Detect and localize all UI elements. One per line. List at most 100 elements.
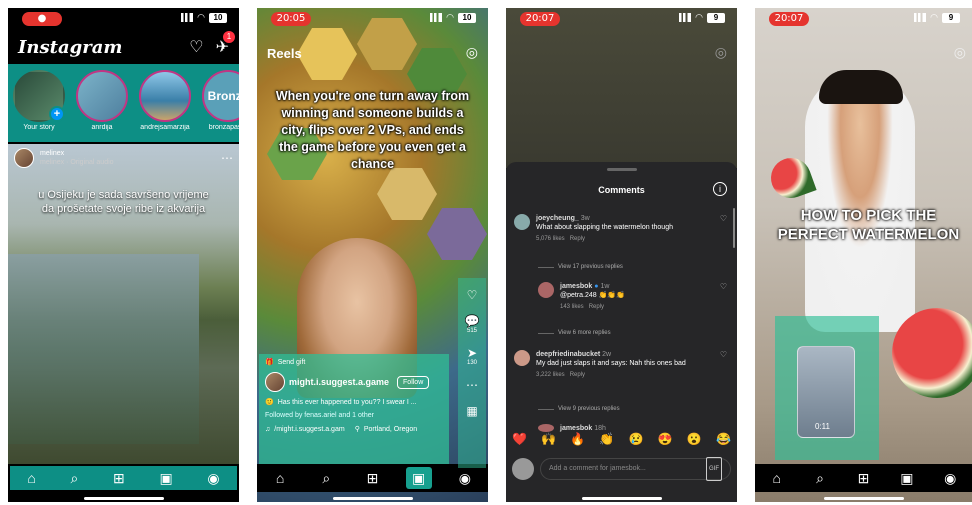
emoji-button[interactable]: ❤️	[512, 432, 527, 446]
reels-icon[interactable]: ▣	[405, 467, 432, 489]
send-gift-button[interactable]: 🎁 Send gift	[265, 358, 443, 367]
story-item[interactable]: anrdija	[75, 68, 129, 138]
avatar	[139, 70, 191, 122]
search-icon[interactable]: ⌕	[71, 470, 79, 487]
stories-tray: + Your story anrdija andrejsamarzija Bro…	[8, 64, 239, 142]
profile-icon[interactable]: ◉	[452, 467, 478, 489]
comment-username[interactable]: deepfriedinabucket	[536, 351, 600, 358]
reel-handle[interactable]: might.i.suggest.a.game	[289, 377, 389, 387]
camera-icon[interactable]: ◎	[715, 44, 727, 61]
comments-sheet: Comments i joeycheung_ 3w What about sla…	[506, 162, 737, 502]
post-caption: u Osijeku je sada savršeno vrijeme da pr…	[38, 189, 209, 215]
reply-button[interactable]: Reply	[589, 304, 604, 310]
reply-button[interactable]: Reply	[570, 372, 585, 378]
story-item[interactable]: Bronza bronzapasta	[201, 68, 239, 138]
comment-item: deepfriedinabucket 2w My dad just slaps …	[514, 350, 727, 380]
comment-time: 3w	[580, 215, 590, 222]
sheet-title: Comments	[598, 185, 645, 195]
app-logo[interactable]: Instagram	[18, 37, 122, 58]
home-icon[interactable]: ⌂	[764, 467, 790, 489]
search-icon[interactable]: ⌕	[807, 467, 833, 489]
avatar[interactable]	[538, 282, 554, 298]
emoji-button[interactable]: 😍	[658, 432, 673, 446]
avatar	[76, 70, 128, 122]
camera-icon[interactable]: ◎	[466, 44, 478, 61]
audio-link[interactable]: /might.i.suggest.a.gam	[274, 426, 344, 433]
avatar[interactable]	[514, 214, 530, 230]
profile-icon[interactable]: ◉	[937, 467, 963, 489]
avatar[interactable]	[538, 424, 554, 432]
comment-input[interactable]: Add a comment for jamesbok... GIF	[540, 457, 731, 481]
gif-button[interactable]: GIF	[706, 457, 722, 481]
create-icon[interactable]: ⊞	[359, 467, 385, 489]
followed-by[interactable]: Followed by fenas.ariel and 1 other	[265, 412, 443, 419]
home-icon[interactable]: ⌂	[27, 470, 35, 486]
signal-icon	[430, 13, 443, 22]
comment-time: 18h	[594, 425, 606, 432]
status-time: 20:07	[769, 12, 809, 26]
like-icon[interactable]: ♡	[720, 282, 727, 312]
more-options-icon[interactable]: ⋯	[466, 378, 478, 392]
sheet-handle[interactable]	[606, 168, 637, 171]
avatar[interactable]	[265, 372, 285, 392]
create-icon[interactable]: ⊞	[113, 470, 125, 487]
home-indicator	[83, 497, 164, 500]
comment-username[interactable]: joeycheung_	[536, 215, 579, 222]
person-hair	[819, 70, 903, 104]
story-item[interactable]: andrejsamarzija	[138, 68, 192, 138]
messages-icon[interactable]: ✈ 1	[216, 31, 235, 57]
video-scene	[8, 254, 199, 444]
reel-actions: ♡ 💬 515 ➤ 130 ⋯ ▦	[458, 278, 486, 468]
emoji-button[interactable]: 👏	[599, 432, 614, 446]
bottom-tab-bar: ⌂ ⌕ ⊞ ▣ ◉	[755, 464, 972, 492]
info-icon[interactable]: i	[713, 182, 727, 196]
comment-composer: Add a comment for jamesbok... GIF	[512, 456, 731, 482]
location-link[interactable]: Portland, Oregon	[364, 426, 417, 433]
comment-icon[interactable]: 💬 515	[465, 314, 480, 334]
battery-icon: 10	[209, 12, 227, 23]
audio-thumbnail-icon[interactable]: ▦	[466, 404, 477, 418]
heart-icon[interactable]: ♡	[189, 37, 203, 57]
reels-icon[interactable]: ▣	[894, 467, 920, 489]
header-actions: ♡ ✈ 1	[189, 31, 235, 57]
like-icon[interactable]: ♡	[720, 214, 727, 244]
view-replies-button[interactable]: View 17 previous replies	[538, 264, 623, 270]
profile-icon[interactable]: ◉	[207, 470, 219, 487]
view-replies-button[interactable]: View 6 more replies	[538, 330, 611, 336]
emoji-button[interactable]: 🙌	[541, 432, 556, 446]
like-icon[interactable]: ♡	[467, 288, 478, 302]
emoji-button[interactable]: 😮	[687, 432, 702, 446]
camera-icon[interactable]: ◎	[954, 44, 966, 61]
like-icon[interactable]: ♡	[720, 350, 727, 380]
send-gift-label: Send gift	[277, 358, 306, 366]
story-your-story[interactable]: + Your story	[12, 68, 66, 138]
scrollbar[interactable]	[733, 208, 735, 248]
follow-button[interactable]: Follow	[397, 375, 430, 389]
create-icon[interactable]: ⊞	[850, 467, 876, 489]
avatar[interactable]	[14, 148, 34, 168]
person-in-video	[805, 72, 915, 332]
phone-watermelon-reel: 20:07 ◠ 9 ◎ HOW TO PICK THE PERFECT WATE…	[755, 8, 972, 502]
post-user-info[interactable]: melinex melinex · Original audio	[40, 149, 114, 167]
emoji-button[interactable]: 🔥	[570, 432, 585, 446]
search-icon[interactable]: ⌕	[313, 467, 339, 489]
reply-button[interactable]: Reply	[570, 236, 585, 242]
status-bar: 20:07 ◠ 9	[506, 8, 737, 30]
home-icon[interactable]: ⌂	[267, 467, 293, 489]
reel-video-dimmed: ◎	[506, 8, 737, 168]
more-options-icon[interactable]: ⋯	[221, 151, 233, 165]
reels-icon[interactable]: ▣	[159, 470, 172, 487]
comment-username[interactable]: jamesbok	[560, 425, 592, 432]
reel-description[interactable]: 🙂 Has this ever happened to you?? I swear…	[265, 398, 443, 407]
avatar[interactable]	[514, 350, 530, 366]
emoji-button[interactable]: 😢	[629, 432, 644, 446]
picture-in-picture-overlay[interactable]: 0:11	[775, 316, 879, 460]
signal-icon	[679, 13, 692, 22]
comment-username[interactable]: jamesbok	[560, 283, 592, 290]
comment-time: 1w	[600, 283, 610, 290]
reel-description-text: Has this ever happened to you?? I swear …	[277, 398, 417, 406]
add-story-icon[interactable]: +	[49, 106, 65, 122]
share-icon[interactable]: ➤ 130	[467, 346, 477, 366]
view-replies-button[interactable]: View 9 previous replies	[538, 406, 620, 412]
emoji-button[interactable]: 😂	[716, 432, 731, 446]
